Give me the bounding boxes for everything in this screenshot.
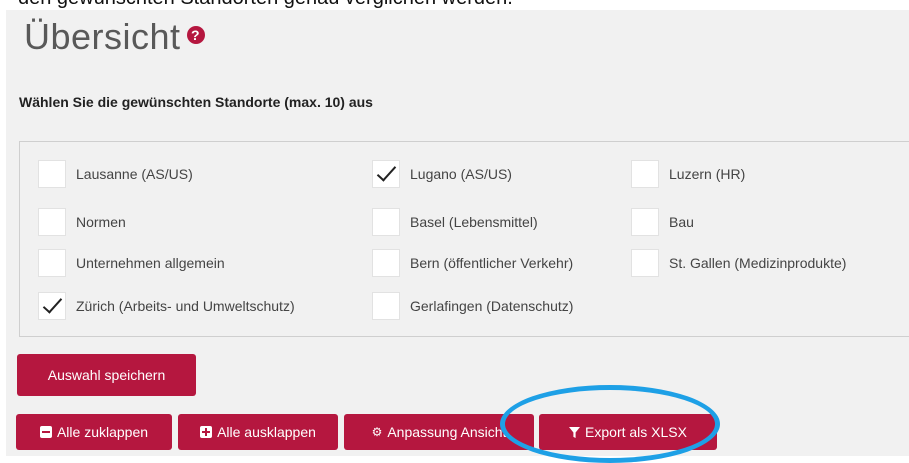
location-label: Luzern (HR): [669, 166, 746, 182]
location-label: Lugano (AS/US): [410, 166, 512, 182]
checkbox[interactable]: [38, 160, 66, 188]
page-title-text: Übersicht: [24, 16, 181, 57]
checkbox[interactable]: [38, 208, 66, 236]
location-label: Unternehmen allgemein: [76, 255, 225, 271]
collapse-all-button[interactable]: Alle zuklappen: [16, 414, 172, 450]
checkbox[interactable]: [631, 208, 659, 236]
intro-text: den gewünschten Standorten genau verglic…: [18, 0, 513, 10]
location-option-basel[interactable]: Basel (Lebensmittel): [372, 207, 538, 237]
minus-square-icon: [39, 426, 52, 438]
expand-all-label: Alle ausklappen: [217, 424, 316, 440]
location-label: Basel (Lebensmittel): [410, 214, 538, 230]
plus-square-icon: [200, 426, 213, 438]
checkbox[interactable]: [372, 292, 400, 320]
view-settings-button[interactable]: ⚙ Anpassung Ansicht: [344, 414, 534, 450]
location-label: Gerlafingen (Datenschutz): [410, 298, 574, 314]
checkbox[interactable]: [631, 160, 659, 188]
location-label: Normen: [76, 214, 126, 230]
location-selection-heading: Wählen Sie die gewünschten Standorte (ma…: [19, 94, 373, 110]
checkbox-checked[interactable]: [372, 160, 400, 188]
export-xlsx-label: Export als XLSX: [585, 424, 687, 440]
location-label: Bau: [669, 214, 694, 230]
checkbox[interactable]: [38, 249, 66, 277]
checkbox[interactable]: [372, 249, 400, 277]
gear-icon: ⚙: [371, 425, 383, 439]
view-settings-label: Anpassung Ansicht: [387, 424, 507, 440]
collapse-all-label: Alle zuklappen: [56, 424, 149, 440]
location-option-bau[interactable]: Bau: [631, 207, 694, 237]
export-xlsx-button[interactable]: Export als XLSX: [539, 414, 717, 450]
location-label: Zürich (Arbeits- und Umweltschutz): [76, 298, 295, 314]
save-selection-button[interactable]: Auswahl speichern: [17, 354, 196, 396]
checkbox[interactable]: [372, 208, 400, 236]
location-option-zuerich[interactable]: Zürich (Arbeits- und Umweltschutz): [38, 291, 295, 321]
filter-icon: [569, 426, 581, 438]
location-option-lausanne[interactable]: Lausanne (AS/US): [38, 159, 193, 189]
expand-all-button[interactable]: Alle ausklappen: [178, 414, 338, 450]
location-option-st-gallen[interactable]: St. Gallen (Medizinprodukte): [631, 248, 846, 278]
location-option-unternehmen-allgemein[interactable]: Unternehmen allgemein: [38, 248, 225, 278]
location-label: St. Gallen (Medizinprodukte): [669, 255, 847, 271]
help-icon[interactable]: ?: [186, 26, 205, 45]
location-option-lugano[interactable]: Lugano (AS/US): [372, 159, 512, 189]
location-option-bern[interactable]: Bern (öffentlicher Verkehr): [372, 248, 573, 278]
location-option-luzern[interactable]: Luzern (HR): [631, 159, 745, 189]
page-title: Übersicht?: [24, 16, 205, 58]
save-selection-label: Auswahl speichern: [47, 367, 166, 383]
checkbox-checked[interactable]: [38, 292, 66, 320]
location-option-normen[interactable]: Normen: [38, 207, 126, 237]
location-option-gerlafingen[interactable]: Gerlafingen (Datenschutz): [372, 291, 573, 321]
location-label: Lausanne (AS/US): [76, 166, 193, 182]
location-label: Bern (öffentlicher Verkehr): [410, 255, 574, 271]
location-checkbox-group: Lausanne (AS/US) Normen Unternehmen allg…: [19, 141, 909, 337]
checkbox[interactable]: [631, 249, 659, 277]
overview-panel: Übersicht? Wählen Sie die gewünschten St…: [6, 10, 909, 456]
